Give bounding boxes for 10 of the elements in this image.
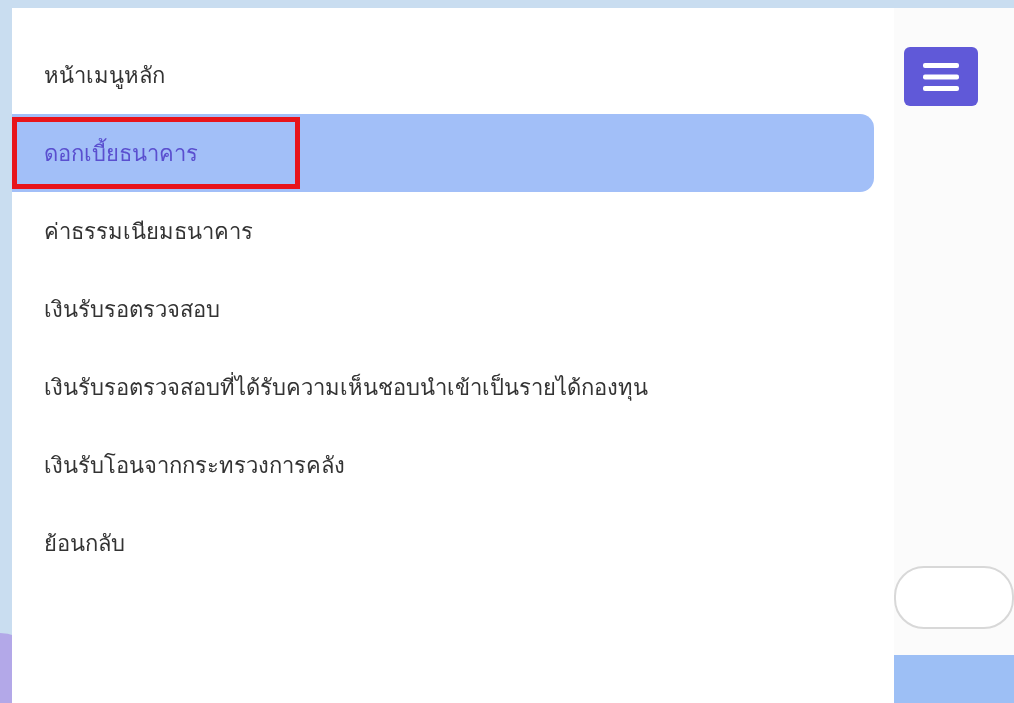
menu-icon [923,61,959,92]
menu-item[interactable]: เงินรับรอตรวจสอบ [12,270,874,348]
menu-item[interactable]: หน้าเมนูหลัก [12,36,874,114]
menu-item[interactable]: เงินรับโอนจากกระทรวงการคลัง [12,426,874,504]
action-button[interactable] [894,655,1014,703]
menu-item[interactable]: เงินรับรอตรวจสอบที่ได้รับความเห็นชอบนำเข้าเป็นรายได้กองทุน [12,348,874,426]
input-field[interactable] [894,566,1014,630]
menu-item[interactable]: ย้อนกลับ [12,504,874,582]
menu-item[interactable]: ค่าธรรมเนียมธนาคาร [12,192,874,270]
menu-button[interactable] [904,47,978,107]
